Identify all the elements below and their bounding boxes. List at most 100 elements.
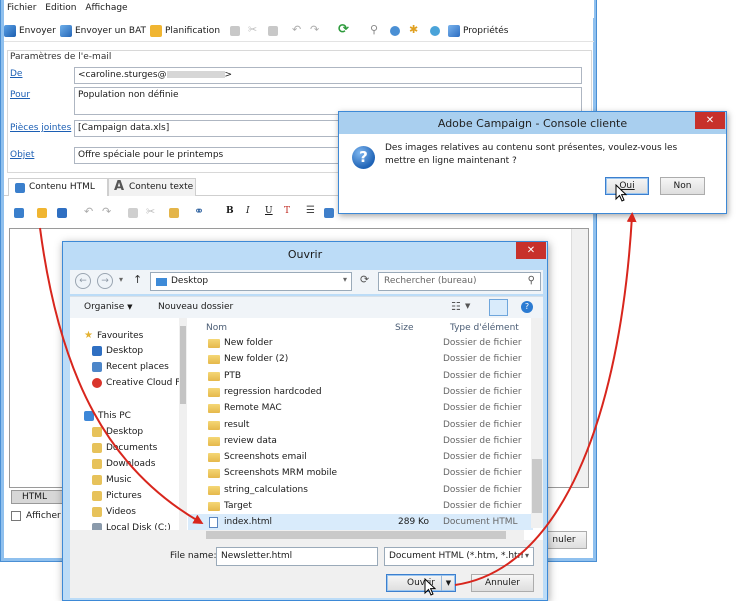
italic-icon[interactable]: I xyxy=(246,206,250,216)
cut-icon[interactable]: ✂ xyxy=(248,23,257,36)
copy-icon[interactable] xyxy=(128,208,138,218)
nav-desktop[interactable]: Desktop xyxy=(92,346,143,356)
from-field[interactable]: <caroline.sturges@ > xyxy=(74,67,582,84)
attachments-field[interactable]: [Campaign data.xls] xyxy=(74,120,339,137)
attachment-icon[interactable]: ⚲ xyxy=(370,23,378,36)
dialog-content: ★ Favourites Desktop Recent places Creat… xyxy=(70,318,543,540)
nav-videos[interactable]: Videos xyxy=(92,507,136,517)
organize-button[interactable]: Organise ▼ xyxy=(84,302,133,312)
close-button[interactable]: ✕ xyxy=(695,112,725,129)
undo-icon[interactable]: ↶ xyxy=(292,23,301,36)
preview-pane-icon[interactable] xyxy=(489,299,508,316)
close-button[interactable]: ✕ xyxy=(516,242,546,259)
file-row[interactable]: Screenshots MRM mobile Dossier de fichier xyxy=(188,465,533,481)
tab-text-content[interactable]: A Contenu texte xyxy=(108,178,196,196)
file-row[interactable]: Target Dossier de fichier xyxy=(188,498,533,514)
redo-icon[interactable]: ↷ xyxy=(102,205,111,218)
forward-icon[interactable]: → xyxy=(97,273,113,289)
refresh-icon[interactable]: ⟳ xyxy=(338,22,349,37)
open-file-icon[interactable] xyxy=(37,208,47,218)
cancel-button[interactable]: Annuler xyxy=(471,574,534,592)
file-row[interactable]: string_calculations Dossier de fichier xyxy=(188,482,533,498)
table-icon[interactable] xyxy=(324,208,334,218)
images-icon[interactable] xyxy=(430,26,440,36)
align-icon[interactable]: ☰ xyxy=(306,205,315,216)
nav-pc-desktop[interactable]: Desktop xyxy=(92,427,143,437)
filetype-select[interactable]: Document HTML (*.htm, *.html ▾ xyxy=(384,547,534,566)
column-size[interactable]: Size xyxy=(395,323,413,333)
show-checkbox[interactable] xyxy=(11,511,21,521)
nav-downloads[interactable]: Downloads xyxy=(92,459,155,469)
from-link[interactable]: De xyxy=(10,69,22,79)
chevron-down-icon[interactable]: ▼ xyxy=(465,302,470,310)
link-icon[interactable] xyxy=(390,26,400,36)
recent-chevron-icon[interactable]: ▾ xyxy=(119,275,123,284)
file-row[interactable]: New folder Dossier de fichier xyxy=(188,335,533,351)
file-row[interactable]: Screenshots email Dossier de fichier xyxy=(188,449,533,465)
column-name[interactable]: Nom xyxy=(206,323,227,333)
up-icon[interactable]: ↑ xyxy=(133,273,142,286)
tab-html-content[interactable]: Contenu HTML xyxy=(8,178,108,196)
schedule-button[interactable]: Planification xyxy=(150,23,220,39)
search-input[interactable]: Rechercher (bureau) ⚲ xyxy=(378,272,541,291)
html-editor-icon[interactable] xyxy=(14,208,24,218)
close-icon: ✕ xyxy=(705,115,715,126)
send-button[interactable]: Envoyer xyxy=(4,23,56,39)
font-color-icon[interactable]: T xyxy=(284,206,290,216)
filename-input[interactable]: Newsletter.html xyxy=(216,547,378,566)
nav-recent-places[interactable]: Recent places xyxy=(92,362,169,372)
no-button[interactable]: Non xyxy=(660,177,705,195)
filename-value: Newsletter.html xyxy=(221,551,293,561)
open-button[interactable]: Ouvrir ▼ xyxy=(386,574,456,592)
editor-scrollbar[interactable] xyxy=(571,229,588,487)
properties-button[interactable]: Propriétés xyxy=(448,23,508,39)
menu-file[interactable]: Fichier xyxy=(4,0,39,13)
file-row[interactable]: result Dossier de fichier xyxy=(188,417,533,433)
paste-icon[interactable] xyxy=(268,26,278,36)
attachments-link[interactable]: Pièces jointes xyxy=(10,123,71,133)
bold-icon[interactable]: B xyxy=(226,206,234,216)
file-scrollbar-thumb[interactable] xyxy=(532,459,542,513)
nav-desktop-label: Desktop xyxy=(106,346,144,356)
subject-link[interactable]: Objet xyxy=(10,150,34,160)
subject-field[interactable]: Offre spéciale pour le printemps xyxy=(74,147,339,164)
file-row[interactable]: regression hardcoded Dossier de fichier xyxy=(188,384,533,400)
file-row[interactable]: New folder (2) Dossier de fichier xyxy=(188,351,533,367)
to-link[interactable]: Pour xyxy=(10,90,30,100)
undo-icon[interactable]: ↶ xyxy=(84,205,93,218)
chevron-down-icon[interactable]: ▾ xyxy=(343,275,347,284)
file-row[interactable]: index.html 289 Ko Document HTML xyxy=(188,514,533,531)
address-bar[interactable]: Desktop ▾ xyxy=(150,272,352,291)
redo-icon[interactable]: ↷ xyxy=(310,23,319,36)
personalize-icon[interactable]: ✱ xyxy=(409,23,418,36)
nav-pictures[interactable]: Pictures xyxy=(92,491,142,501)
chevron-down-icon[interactable]: ▼ xyxy=(441,575,455,591)
nav-music[interactable]: Music xyxy=(92,475,132,485)
menu-edit[interactable]: Edition xyxy=(42,0,79,13)
nav-creative-cloud[interactable]: Creative Cloud Fi xyxy=(92,378,182,388)
send-bat-button[interactable]: Envoyer un BAT xyxy=(60,23,146,39)
file-row[interactable]: PTB Dossier de fichier xyxy=(188,368,533,384)
file-row[interactable]: Remote MAC Dossier de fichier xyxy=(188,400,533,416)
file-scrollbar-h-thumb[interactable] xyxy=(206,531,506,539)
help-icon[interactable]: ? xyxy=(521,301,533,313)
save-icon[interactable] xyxy=(57,208,67,218)
column-type[interactable]: Type d'élément xyxy=(450,323,519,333)
paste-icon[interactable] xyxy=(169,208,179,218)
back-icon[interactable]: ← xyxy=(75,273,91,289)
file-row[interactable]: review data Dossier de fichier xyxy=(188,433,533,449)
nav-favourites[interactable]: ★ Favourites xyxy=(84,330,143,341)
view-options-icon[interactable]: ☷ xyxy=(451,300,461,313)
underline-icon[interactable]: U xyxy=(265,206,273,216)
close-icon: ✕ xyxy=(526,245,536,256)
nav-scrollbar-thumb[interactable] xyxy=(180,326,186,404)
find-icon[interactable]: ⚭ xyxy=(194,204,204,218)
html-view-tab[interactable]: HTML xyxy=(11,490,65,504)
menu-view[interactable]: Affichage xyxy=(82,0,130,13)
new-folder-button[interactable]: Nouveau dossier xyxy=(158,302,233,312)
refresh-icon[interactable]: ⟳ xyxy=(360,273,369,286)
cut-icon[interactable]: ✂ xyxy=(146,205,155,218)
nav-documents[interactable]: Documents xyxy=(92,443,157,453)
nav-this-pc[interactable]: This PC xyxy=(84,411,131,421)
copy-icon[interactable] xyxy=(230,26,240,36)
